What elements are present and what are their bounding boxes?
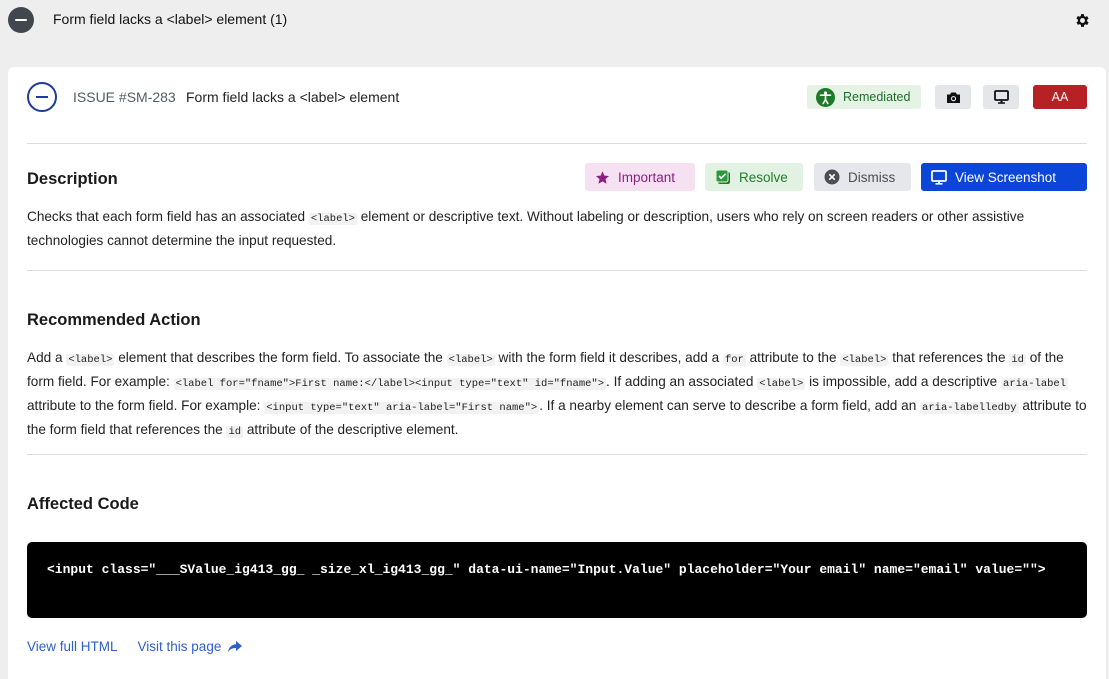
inline-code: for [722,354,746,366]
inline-code: id [226,426,244,438]
text-run: element that describes the form field. T… [114,350,447,365]
check-square-icon [715,169,731,185]
inline-code: <input type="text" aria-label="First nam… [264,402,540,414]
monitor-icon [931,169,947,185]
description-heading: Description [27,170,118,188]
group-title: Form field lacks a <label> element (1) [53,11,288,27]
inline-code: aria-label [1001,378,1069,390]
inline-code: <label> [308,213,357,225]
text-run: Checks that each form field has an assoc… [27,209,309,224]
status-badge: Remediated [807,85,921,109]
recommended-action-heading: Recommended Action [27,311,201,329]
issue-group-header: Form field lacks a <label> element (1) [0,0,1109,40]
view-full-html-link[interactable]: View full HTML [27,639,118,654]
inline-code: <label> [840,354,889,366]
inline-code: <label> [446,354,495,366]
monitor-button[interactable] [983,85,1019,109]
inline-code: aria-labelledby [920,402,1019,414]
share-arrow-icon [228,640,243,652]
dismiss-label: Dismiss [848,169,896,185]
text-run: is impossible, add a descriptive [805,374,1002,389]
minus-circle-outline-icon[interactable] [27,82,57,112]
affected-code-block: <input class="___SValue_ig413_gg_ _size_… [27,542,1087,618]
star-icon [595,170,610,185]
issue-id: ISSUE #SM-283 [73,89,176,105]
text-run: . If adding an associated [606,374,758,389]
inline-code: <label> [66,354,115,366]
text-run: attribute to the [745,350,841,365]
important-label: Important [618,169,676,185]
issue-card: ISSUE #SM-283 Form field lacks a <label>… [8,67,1106,679]
text-run: Add a [27,350,67,365]
resolve-button[interactable]: Resolve [705,163,803,191]
text-run: attribute of the descriptive element. [243,422,459,437]
status-badge-label: Remediated [843,90,911,104]
view-screenshot-label: View Screenshot [955,169,1057,185]
camera-button[interactable] [935,85,971,109]
important-button[interactable]: Important [585,163,695,191]
inline-code: id [1009,354,1026,366]
resolve-label: Resolve [739,169,788,185]
text-run: attribute to the form field. For example… [27,398,265,413]
divider [27,143,1087,144]
monitor-icon [993,90,1009,104]
collapse-group-button[interactable] [8,7,34,33]
links-row: View full HTML Visit this page [27,639,243,654]
recommended-action-text: Add a <label> element that describes the… [27,347,1089,443]
visit-page-link[interactable]: Visit this page [138,639,243,654]
issue-title: Form field lacks a <label> element [186,89,400,105]
dismiss-button[interactable]: Dismiss [814,163,911,191]
accessibility-icon [816,87,835,107]
divider [27,454,1087,455]
view-screenshot-button[interactable]: View Screenshot [921,163,1087,191]
inline-code: <label for="fname">First name:</label><i… [173,378,607,390]
text-run: that references the [888,350,1010,365]
description-text: Checks that each form field has an assoc… [27,206,1089,251]
text-run: with the form field it describes, add a [494,350,723,365]
wcag-level-badge[interactable]: AA [1033,85,1087,109]
gear-icon[interactable] [1074,12,1091,29]
visit-page-label: Visit this page [137,639,222,654]
text-run: . If a nearby element can serve to descr… [539,398,921,413]
affected-code-heading: Affected Code [27,495,139,513]
divider [27,270,1087,271]
issue-header: ISSUE #SM-283 Form field lacks a <label>… [8,67,1106,127]
x-circle-icon [824,169,840,185]
inline-code: <label> [757,378,806,390]
camera-icon [946,92,960,103]
